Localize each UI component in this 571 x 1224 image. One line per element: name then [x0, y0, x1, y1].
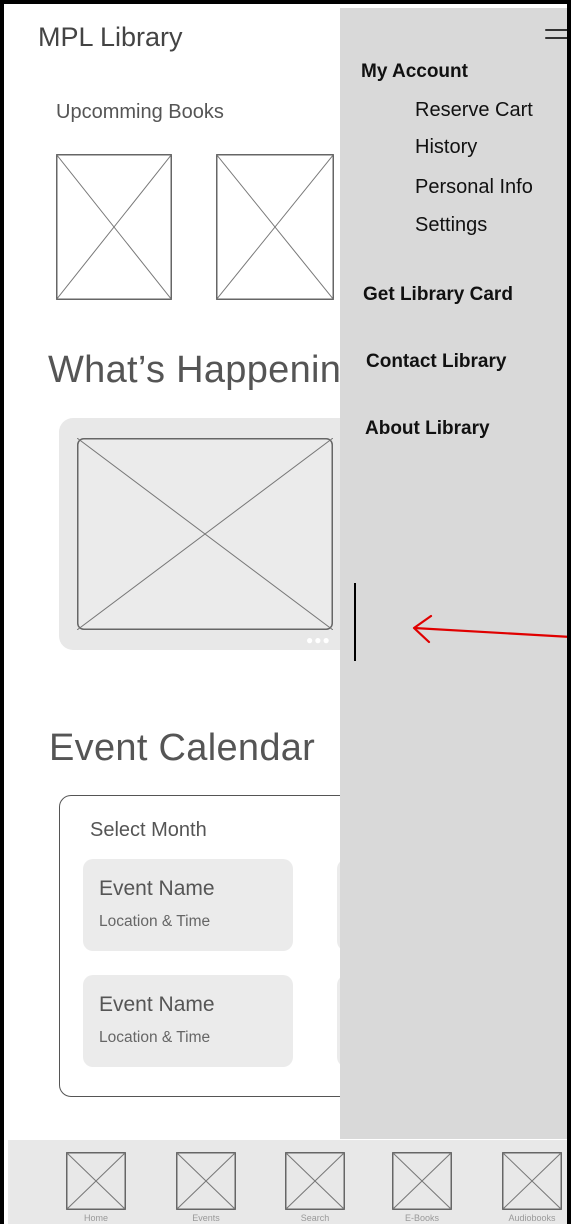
image-placeholder-icon [502, 1152, 562, 1210]
nav-item-search[interactable]: Search [283, 1152, 347, 1223]
menu-reserve-cart[interactable]: Reserve Cart [415, 99, 533, 122]
event-name: Event Name [99, 993, 215, 1016]
phone-frame: MPL Library Upcomming Books What’s Happe… [0, 0, 571, 1224]
menu-my-account[interactable]: My Account [361, 61, 468, 83]
left-arrow-icon [412, 614, 567, 644]
menu-personal-info[interactable]: Personal Info [415, 176, 533, 199]
nav-label: Home [83, 1213, 108, 1223]
nav-item-home[interactable]: Home [64, 1152, 128, 1223]
menu-about-library[interactable]: About Library [365, 418, 490, 440]
menu-contact-library[interactable]: Contact Library [366, 351, 506, 373]
nav-label: Events [192, 1213, 220, 1223]
nav-item-e-books[interactable]: E-Books [390, 1152, 454, 1223]
image-placeholder-icon [285, 1152, 345, 1210]
event-card[interactable]: Event Name Location & Time [83, 975, 293, 1067]
image-placeholder-icon [392, 1152, 452, 1210]
image-placeholder-icon [66, 1152, 126, 1210]
event-card[interactable]: Event Name Location & Time [83, 859, 293, 951]
nav-item-audiobooks[interactable]: Audiobooks [500, 1152, 564, 1223]
select-month-dropdown[interactable]: Select Month [90, 819, 207, 842]
menu-get-library-card[interactable]: Get Library Card [363, 284, 513, 306]
featured-image-placeholder-icon [77, 438, 333, 630]
event-calendar-heading: Event Calendar [49, 727, 316, 769]
nav-item-events[interactable]: Events [174, 1152, 238, 1223]
app-title: MPL Library [38, 22, 183, 52]
nav-label: E-Books [404, 1213, 439, 1223]
upcoming-books-label: Upcomming Books [56, 101, 224, 123]
book-cover-placeholder-icon[interactable] [56, 154, 172, 300]
carousel-dots-icon[interactable]: ●●● [306, 633, 331, 647]
menu-settings[interactable]: Settings [415, 214, 487, 237]
event-name: Event Name [99, 877, 215, 900]
hamburger-menu-icon[interactable] [545, 29, 567, 44]
event-location-time: Location & Time [99, 1029, 211, 1046]
nav-label: Audiobooks [508, 1213, 556, 1223]
drawer-drag-handle[interactable] [354, 583, 356, 661]
nav-label: Search [300, 1213, 330, 1223]
image-placeholder-icon [176, 1152, 236, 1210]
book-cover-placeholder-icon[interactable] [216, 154, 334, 300]
whats-happening-heading: What’s Happening [48, 349, 363, 391]
event-location-time: Location & Time [99, 913, 211, 930]
menu-history[interactable]: History [415, 136, 477, 159]
